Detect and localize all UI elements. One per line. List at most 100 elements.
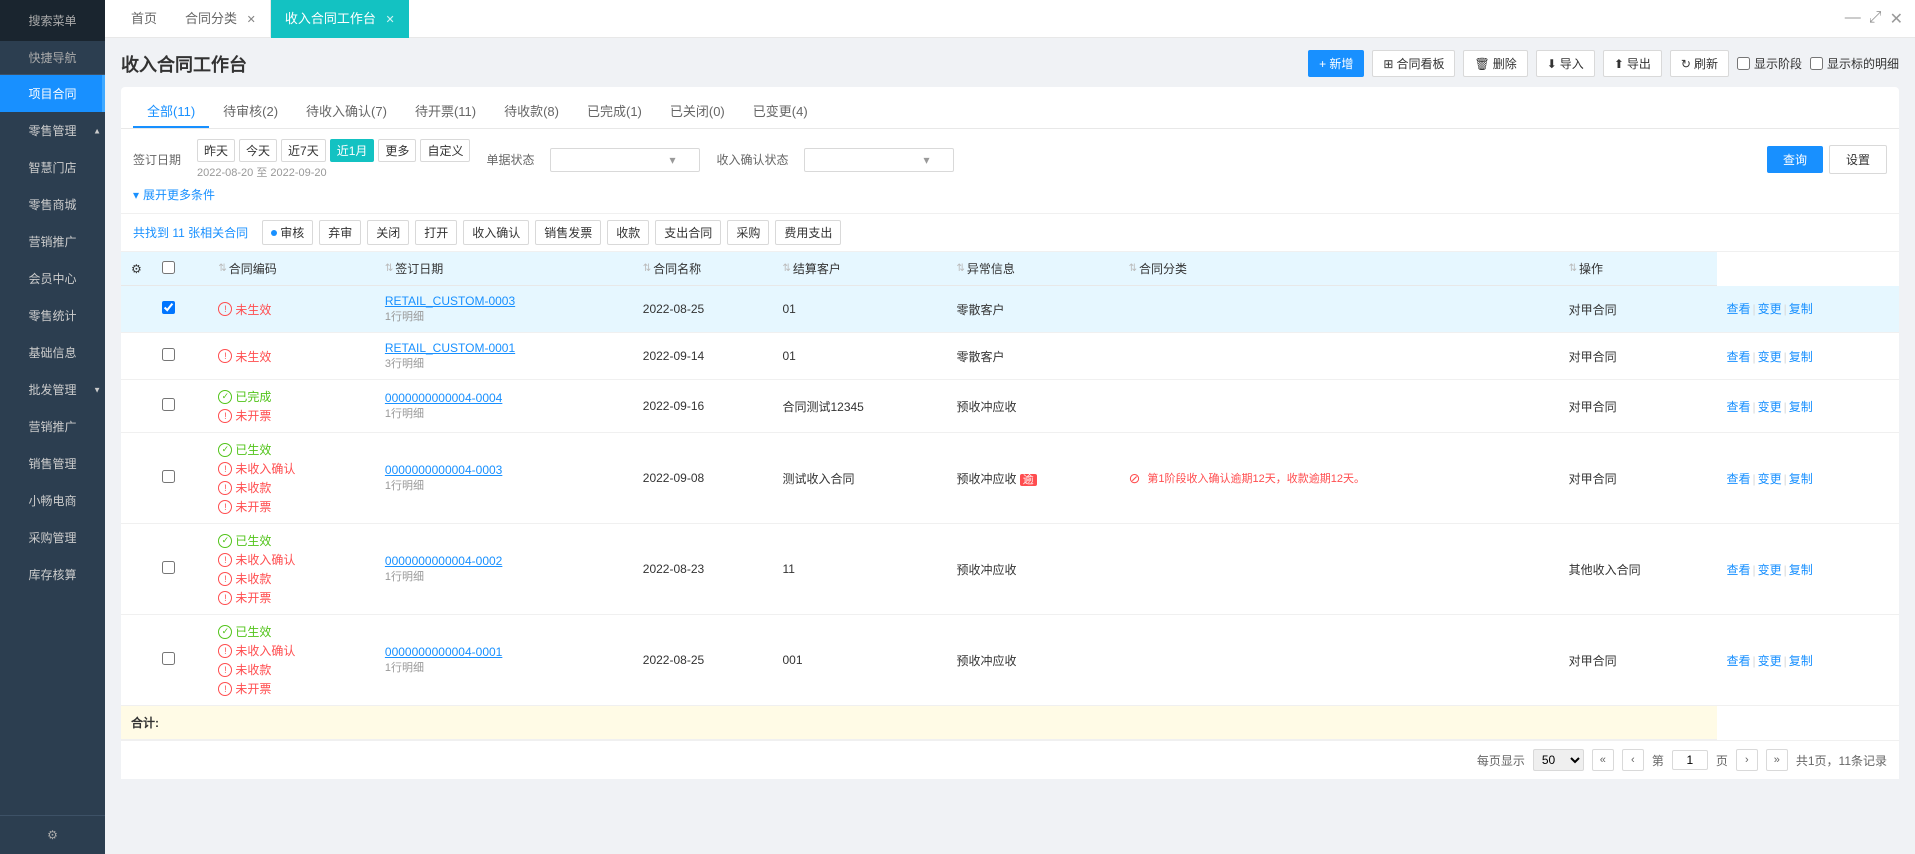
delete-button[interactable]: 🗑 删除 <box>1463 50 1527 77</box>
page-last-button[interactable]: » <box>1766 749 1788 771</box>
copy-btn-3[interactable]: 复制 <box>1789 472 1813 486</box>
query-button[interactable]: 查询 <box>1767 146 1823 173</box>
date-shortcut-month[interactable]: 近1月 <box>330 139 375 162</box>
view-btn-2[interactable]: 查看 <box>1727 400 1751 414</box>
tab-current[interactable]: 收入合同工作台 ✕ <box>271 0 409 38</box>
sidebar-item-xiaopc[interactable]: 小畅电商 <box>0 482 105 519</box>
setting-button[interactable]: 设置 <box>1829 145 1887 174</box>
sidebar-settings[interactable]: ⚙ <box>0 815 105 854</box>
date-shortcut-today[interactable]: 今天 <box>239 139 277 162</box>
action-btn-审核[interactable]: 审核 <box>262 220 313 245</box>
sidebar-item-base[interactable]: 基础信息 <box>0 334 105 371</box>
action-btn-销售发票[interactable]: 销售发票 <box>535 220 601 245</box>
copy-btn-4[interactable]: 复制 <box>1789 563 1813 577</box>
view-btn-0[interactable]: 查看 <box>1727 302 1751 316</box>
show-stage-checkbox[interactable] <box>1737 57 1750 70</box>
cell-checkbox-1[interactable] <box>152 333 209 380</box>
cell-checkbox-0[interactable] <box>152 286 209 333</box>
filter-tab-closed[interactable]: 已关闭(0) <box>656 95 739 128</box>
export-button[interactable]: ⬆ 导出 <box>1603 50 1662 77</box>
edit-btn-4[interactable]: 变更 <box>1758 563 1782 577</box>
page-first-button[interactable]: « <box>1592 749 1614 771</box>
action-btn-采购[interactable]: 采购 <box>727 220 769 245</box>
view-btn-4[interactable]: 查看 <box>1727 563 1751 577</box>
table-header-settings[interactable]: ⚙ <box>121 252 152 286</box>
filter-tab-pending_invoice[interactable]: 待开票(11) <box>401 95 490 128</box>
date-shortcut-custom[interactable]: 自定义 <box>420 139 470 162</box>
close-icon[interactable]: ✕ <box>1890 9 1903 29</box>
tab-current-close[interactable]: ✕ <box>386 14 395 26</box>
expand-button[interactable]: ▾ 展开更多条件 <box>133 186 1887 203</box>
action-btn-费用支出[interactable]: 费用支出 <box>775 220 841 245</box>
copy-btn-2[interactable]: 复制 <box>1789 400 1813 414</box>
contract-link-3[interactable]: 0000000000004-0003 <box>385 463 502 477</box>
sidebar-item-purchase[interactable]: 采购管理 <box>0 519 105 556</box>
cell-checkbox-4[interactable] <box>152 524 209 615</box>
contract-link-2[interactable]: 0000000000004-0004 <box>385 391 502 405</box>
maximize-icon[interactable]: ⤢ <box>1869 9 1882 29</box>
cell-checkbox-5[interactable] <box>152 615 209 706</box>
view-btn-1[interactable]: 查看 <box>1727 350 1751 364</box>
edit-btn-5[interactable]: 变更 <box>1758 654 1782 668</box>
show-mark-checkbox[interactable] <box>1810 57 1823 70</box>
sidebar-item-mktg2[interactable]: 营销推广 <box>0 408 105 445</box>
status-select[interactable]: ▾ <box>550 148 700 172</box>
sidebar-quicknav[interactable]: 快捷导航 <box>0 41 105 75</box>
sidebar-item-stats[interactable]: 零售统计 <box>0 297 105 334</box>
cell-checkbox-3[interactable] <box>152 433 209 524</box>
sidebar-item-stock[interactable]: 库存核算 <box>0 556 105 593</box>
contract-link-0[interactable]: RETAIL_CUSTOM-0003 <box>385 294 515 308</box>
filter-tab-pending_confirm[interactable]: 待收入确认(7) <box>292 95 401 128</box>
view-btn-5[interactable]: 查看 <box>1727 654 1751 668</box>
sidebar-search[interactable]: 搜索菜单 <box>0 0 105 41</box>
kanban-button[interactable]: ⊞ 合同看板 <box>1372 50 1455 77</box>
date-shortcut-yesterday[interactable]: 昨天 <box>197 139 235 162</box>
copy-btn-1[interactable]: 复制 <box>1789 350 1813 364</box>
sidebar-item-retail[interactable]: 零售管理 <box>0 112 105 149</box>
sidebar-item-online[interactable]: 零售商城 <box>0 186 105 223</box>
import-button[interactable]: ⬇ 导入 <box>1536 50 1595 77</box>
date-shortcut-week[interactable]: 近7天 <box>281 139 326 162</box>
filter-tab-pending_review[interactable]: 待审核(2) <box>209 95 292 128</box>
tab-contract-class[interactable]: 合同分类 ✕ <box>171 0 271 38</box>
select-all-checkbox[interactable] <box>162 261 175 274</box>
contract-link-5[interactable]: 0000000000004-0001 <box>385 645 502 659</box>
action-btn-收款[interactable]: 收款 <box>607 220 649 245</box>
edit-btn-3[interactable]: 变更 <box>1758 472 1782 486</box>
refresh-button[interactable]: ↻ 刷新 <box>1670 50 1729 77</box>
sidebar-item-smart[interactable]: 智慧门店 <box>0 149 105 186</box>
tab-home[interactable]: 首页 <box>117 0 171 38</box>
copy-btn-5[interactable]: 复制 <box>1789 654 1813 668</box>
cell-checkbox-2[interactable] <box>152 380 209 433</box>
page-next-button[interactable]: › <box>1736 749 1758 771</box>
action-btn-关闭[interactable]: 关闭 <box>367 220 409 245</box>
action-btn-收入确认[interactable]: 收入确认 <box>463 220 529 245</box>
contract-link-1[interactable]: RETAIL_CUSTOM-0001 <box>385 341 515 355</box>
filter-tab-all[interactable]: 全部(11) <box>133 95 209 128</box>
filter-tab-changed[interactable]: 已变更(4) <box>739 95 822 128</box>
tab-contract-class-close[interactable]: ✕ <box>247 14 256 26</box>
sidebar-item-sales[interactable]: 销售管理 <box>0 445 105 482</box>
add-button[interactable]: + 新增 <box>1308 50 1364 77</box>
sidebar-item-project[interactable]: 项目合同 <box>0 75 105 112</box>
copy-btn-0[interactable]: 复制 <box>1789 302 1813 316</box>
edit-btn-2[interactable]: 变更 <box>1758 400 1782 414</box>
contract-link-4[interactable]: 0000000000004-0002 <box>385 554 502 568</box>
action-btn-弃审[interactable]: 弃审 <box>319 220 361 245</box>
minimize-icon[interactable]: — <box>1845 9 1861 29</box>
sidebar-item-member[interactable]: 会员中心 <box>0 260 105 297</box>
filter-tab-done[interactable]: 已完成(1) <box>573 95 656 128</box>
page-number-input[interactable] <box>1672 750 1708 770</box>
sidebar-item-wholesale[interactable]: 批发管理 <box>0 371 105 408</box>
page-size-select[interactable]: 102050100 <box>1533 749 1584 771</box>
date-shortcut-more[interactable]: 更多 <box>378 139 416 162</box>
filter-tab-pending_payment[interactable]: 待收款(8) <box>490 95 573 128</box>
sidebar-item-marketing[interactable]: 营销推广 <box>0 223 105 260</box>
action-btn-支出合同[interactable]: 支出合同 <box>655 220 721 245</box>
confirm-select[interactable]: ▾ <box>804 148 954 172</box>
action-btn-打开[interactable]: 打开 <box>415 220 457 245</box>
view-btn-3[interactable]: 查看 <box>1727 472 1751 486</box>
edit-btn-0[interactable]: 变更 <box>1758 302 1782 316</box>
page-prev-button[interactable]: ‹ <box>1622 749 1644 771</box>
edit-btn-1[interactable]: 变更 <box>1758 350 1782 364</box>
